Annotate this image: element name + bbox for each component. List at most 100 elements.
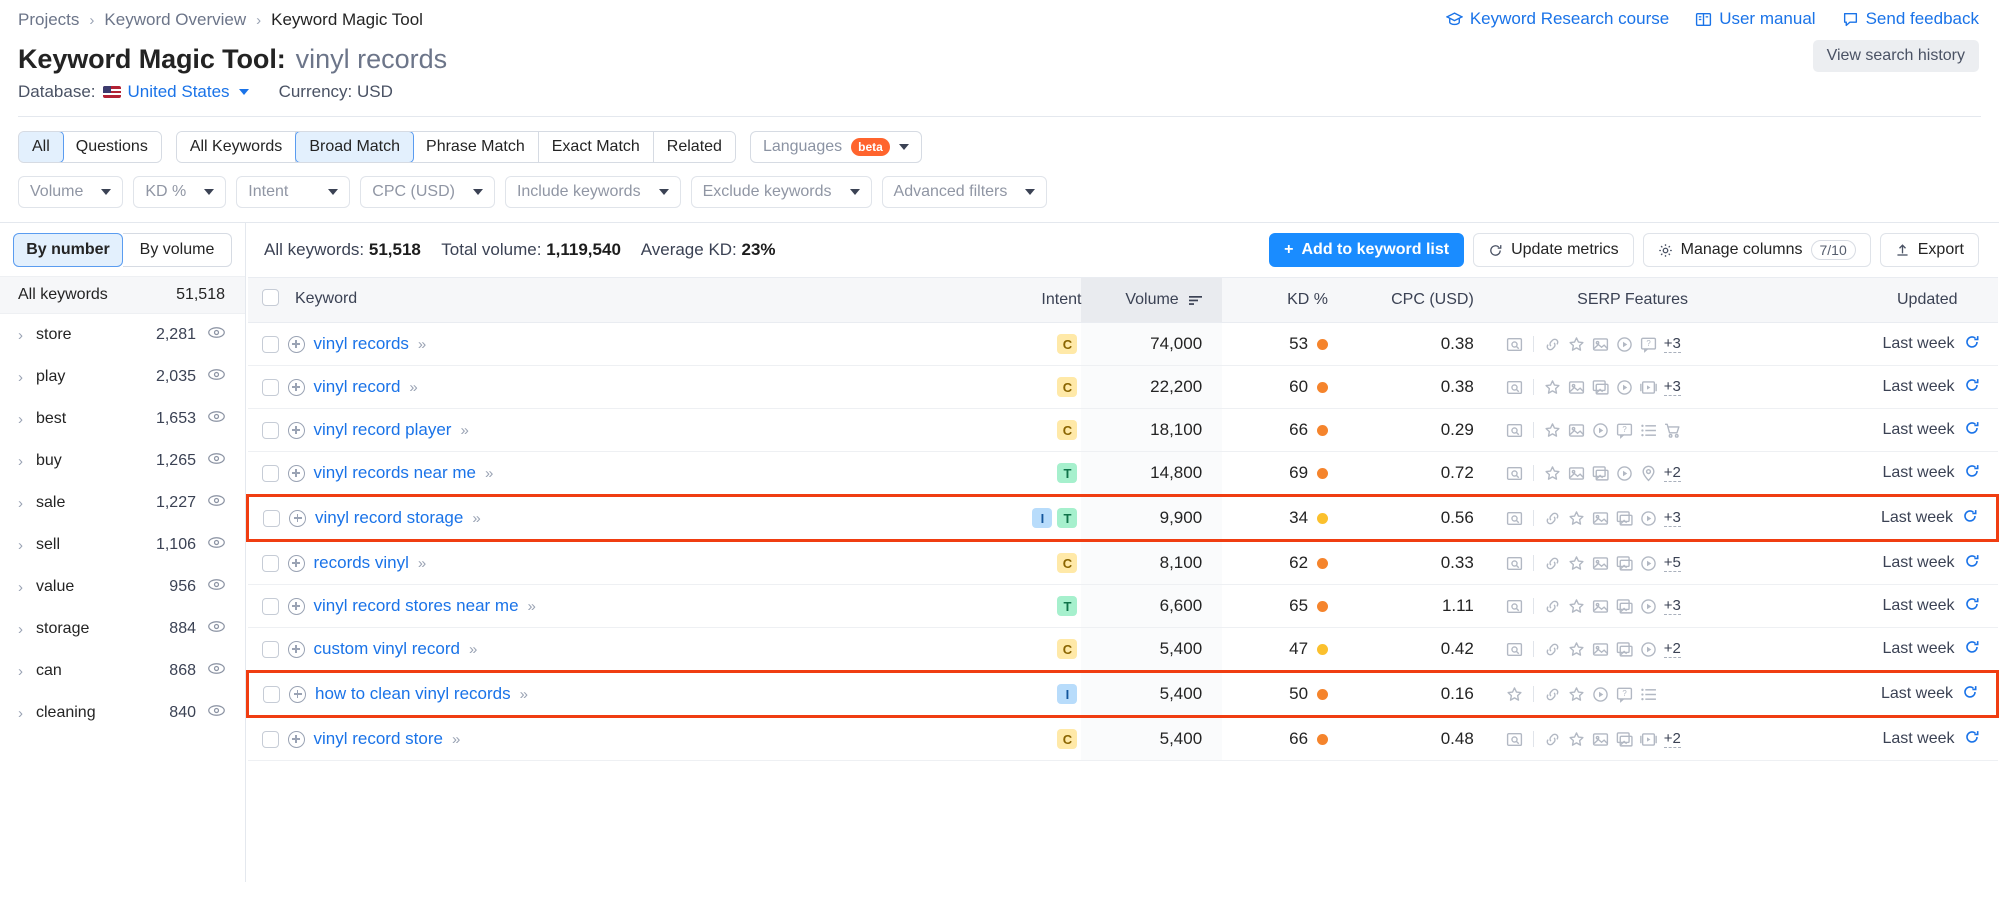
keyword-link[interactable]: vinyl record storage xyxy=(315,508,463,528)
star-icon[interactable] xyxy=(1568,598,1585,615)
expand-keyword-icon[interactable]: » xyxy=(485,465,493,482)
filter-exclude-keywords[interactable]: Exclude keywords xyxy=(690,176,872,208)
location-icon[interactable] xyxy=(1640,465,1657,482)
expand-keyword-icon[interactable]: » xyxy=(528,598,536,615)
column-header-serp-features[interactable]: SERP Features xyxy=(1495,277,1770,323)
video-icon[interactable] xyxy=(1616,465,1633,482)
row-checkbox[interactable] xyxy=(261,464,279,482)
column-header-volume[interactable]: Volume xyxy=(1081,277,1223,323)
keyword-link[interactable]: how to clean vinyl records xyxy=(315,684,511,704)
sidebar-item-sale[interactable]: › sale 1,227 xyxy=(0,482,245,524)
video-icon[interactable] xyxy=(1616,336,1633,353)
refresh-icon[interactable] xyxy=(1962,684,1978,705)
breadcrumb-item-keyword-overview[interactable]: Keyword Overview xyxy=(104,10,246,30)
tab-related[interactable]: Related xyxy=(653,132,735,162)
chevron-right-icon[interactable]: › xyxy=(18,453,36,470)
breadcrumb-item-projects[interactable]: Projects xyxy=(18,10,79,30)
eye-icon[interactable] xyxy=(208,578,225,596)
serp-more-count[interactable]: +3 xyxy=(1663,509,1681,527)
send-feedback-link[interactable]: Send feedback xyxy=(1842,9,1979,29)
image-pack-icon[interactable] xyxy=(1616,641,1633,658)
table-row[interactable]: vinyl record store » C 5,400 66 0.48 +2 Last we… xyxy=(247,716,1998,761)
serp-more-count[interactable]: +5 xyxy=(1663,554,1681,572)
row-checkbox[interactable] xyxy=(263,509,280,527)
add-to-keyword-list-button[interactable]: + Add to keyword list xyxy=(1269,233,1465,267)
star-icon[interactable] xyxy=(1568,686,1585,703)
intent-badge-C[interactable]: C xyxy=(1057,420,1078,440)
tab-exact-match[interactable]: Exact Match xyxy=(538,132,654,162)
list-icon[interactable] xyxy=(1640,422,1657,439)
filter-volume[interactable]: Volume xyxy=(18,176,124,208)
refresh-icon[interactable] xyxy=(1964,463,1980,484)
add-keyword-icon[interactable] xyxy=(287,421,305,439)
expand-keyword-icon[interactable]: » xyxy=(418,336,426,353)
keyword-link[interactable]: vinyl records near me xyxy=(314,463,477,483)
chevron-right-icon[interactable]: › xyxy=(18,369,36,386)
eye-icon[interactable] xyxy=(208,536,225,554)
row-checkbox[interactable] xyxy=(263,685,280,703)
table-row[interactable]: vinyl record storage » I T 9,900 34 0.56 +3 Last… xyxy=(246,494,1999,542)
search-preview-icon[interactable] xyxy=(1506,598,1523,615)
image-icon[interactable] xyxy=(1592,555,1609,572)
expand-keyword-icon[interactable]: » xyxy=(409,379,417,396)
search-preview-icon[interactable] xyxy=(1506,379,1523,396)
eye-icon[interactable] xyxy=(208,494,225,512)
image-pack-icon[interactable] xyxy=(1616,510,1633,527)
star-icon[interactable] xyxy=(1568,555,1585,572)
chevron-right-icon[interactable]: › xyxy=(18,663,36,680)
eye-icon[interactable] xyxy=(208,326,225,344)
tab-all[interactable]: All xyxy=(18,132,64,162)
user-manual-link[interactable]: User manual xyxy=(1695,9,1816,29)
chevron-right-icon[interactable]: › xyxy=(18,705,36,722)
star-icon[interactable] xyxy=(1568,510,1585,527)
intent-badge-C[interactable]: C xyxy=(1057,377,1078,397)
keyword-link[interactable]: vinyl records xyxy=(314,334,409,354)
row-checkbox[interactable] xyxy=(261,378,279,396)
eye-icon[interactable] xyxy=(208,704,225,722)
table-row[interactable]: vinyl record player » C 18,100 66 0.29? Last w… xyxy=(247,408,1998,452)
refresh-icon[interactable] xyxy=(1962,508,1978,529)
eye-icon[interactable] xyxy=(208,368,225,386)
video-icon[interactable] xyxy=(1592,686,1609,703)
image-icon[interactable] xyxy=(1592,598,1609,615)
row-checkbox[interactable] xyxy=(261,335,279,353)
keyword-link[interactable]: vinyl record player xyxy=(314,420,452,440)
select-all-checkbox[interactable] xyxy=(261,289,279,306)
faq-icon[interactable]: ? xyxy=(1616,686,1633,703)
add-keyword-icon[interactable] xyxy=(289,685,306,703)
add-keyword-icon[interactable] xyxy=(287,554,305,572)
link-icon[interactable] xyxy=(1544,598,1561,615)
intent-badge-I[interactable]: I xyxy=(1032,508,1053,528)
expand-keyword-icon[interactable]: » xyxy=(469,641,477,658)
image-icon[interactable] xyxy=(1592,641,1609,658)
tab-all-keywords[interactable]: All Keywords xyxy=(176,132,297,162)
export-button[interactable]: Export xyxy=(1879,233,1979,267)
refresh-icon[interactable] xyxy=(1964,639,1980,660)
search-preview-icon[interactable] xyxy=(1506,555,1523,572)
image-icon[interactable] xyxy=(1592,510,1609,527)
view-search-history-button[interactable]: View search history xyxy=(1812,40,1979,72)
chevron-right-icon[interactable]: › xyxy=(18,327,36,344)
expand-keyword-icon[interactable]: » xyxy=(452,731,460,748)
image-icon[interactable] xyxy=(1592,731,1609,748)
row-checkbox[interactable] xyxy=(261,554,279,572)
refresh-icon[interactable] xyxy=(1964,334,1980,355)
faq-icon[interactable]: ? xyxy=(1640,336,1657,353)
add-keyword-icon[interactable] xyxy=(287,464,305,482)
link-icon[interactable] xyxy=(1544,336,1561,353)
image-pack-icon[interactable] xyxy=(1592,379,1609,396)
keyword-link[interactable]: vinyl record stores near me xyxy=(314,596,519,616)
intent-badge-T[interactable]: T xyxy=(1057,596,1078,616)
link-icon[interactable] xyxy=(1544,641,1561,658)
row-checkbox[interactable] xyxy=(261,421,279,439)
video-carousel-icon[interactable] xyxy=(1639,731,1657,748)
column-header-updated[interactable]: Updated xyxy=(1769,277,1998,323)
serp-more-count[interactable]: +3 xyxy=(1663,597,1681,615)
serp-more-count[interactable]: +3 xyxy=(1663,335,1681,353)
chevron-right-icon[interactable]: › xyxy=(18,495,36,512)
image-icon[interactable] xyxy=(1592,336,1609,353)
shopping-cart-icon[interactable] xyxy=(1664,422,1681,439)
sidebar-toggle-by-number[interactable]: By number xyxy=(13,233,123,267)
sidebar-all-keywords[interactable]: All keywords 51,518 xyxy=(0,276,245,314)
sidebar-item-sell[interactable]: › sell 1,106 xyxy=(0,524,245,566)
